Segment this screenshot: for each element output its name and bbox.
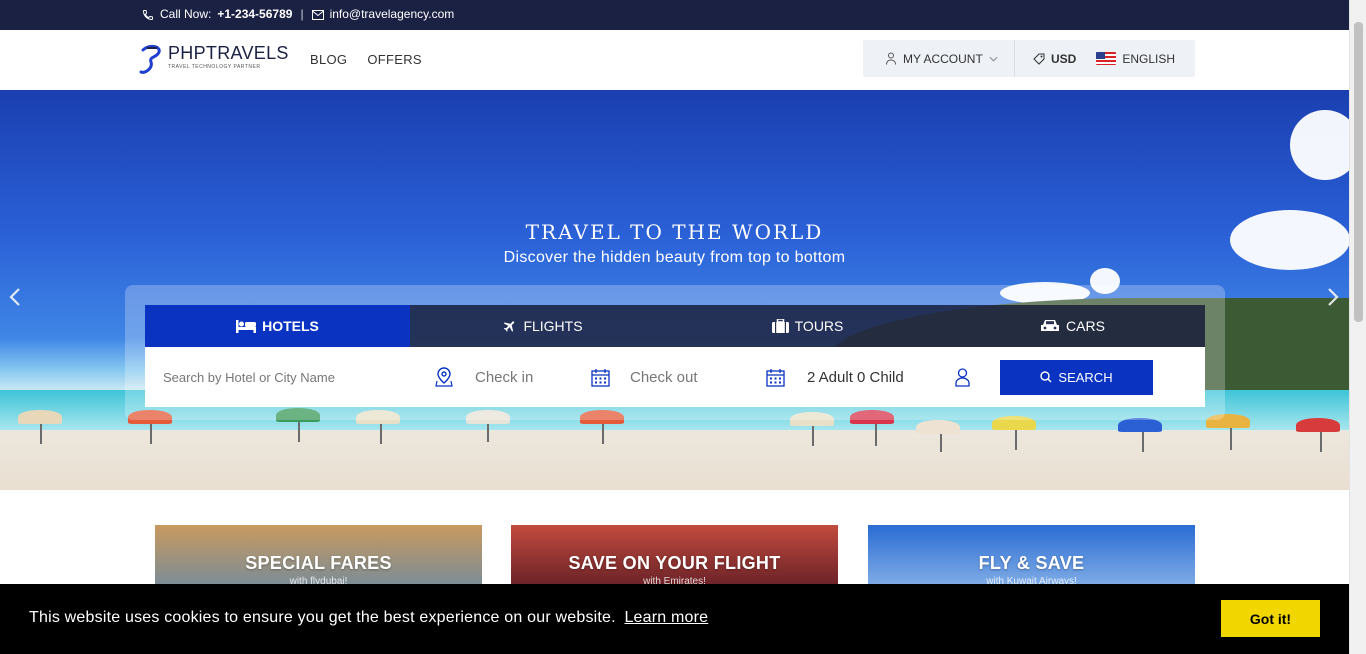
my-account-dropdown[interactable]: MY ACCOUNT: [863, 40, 1015, 77]
umbrella-pole: [602, 422, 604, 444]
site-header: PHPTRAVELS TRAVEL TECHNOLOGY PARTNER BLO…: [0, 30, 1349, 90]
language-label: ENGLISH: [1122, 51, 1176, 66]
umbrella-pole: [1015, 428, 1017, 450]
email-link[interactable]: info@travelagency.com: [330, 7, 455, 21]
calendar-icon: [591, 368, 610, 387]
umbrella: [916, 420, 960, 434]
call-label: Call Now:: [160, 7, 212, 21]
nav-offers[interactable]: OFFERS: [367, 52, 422, 67]
promo-title: SPECIAL FARES: [245, 553, 392, 573]
chevron-down-icon: [989, 56, 998, 62]
hotel-city-input[interactable]: Search by Hotel or City Name: [145, 367, 453, 387]
got-it-button[interactable]: Got it!: [1221, 600, 1320, 637]
umbrella: [1296, 418, 1340, 432]
tag-icon: [1033, 53, 1045, 65]
check-in-placeholder: Check in: [475, 368, 534, 386]
tab-hotels-label: HOTELS: [262, 318, 319, 334]
umbrella: [1118, 418, 1162, 432]
cookie-message: This website uses cookies to ensure you …: [29, 609, 616, 626]
check-in-field[interactable]: Check in: [445, 368, 620, 387]
phone-icon: [142, 7, 154, 21]
logo-text: PHPTRAVELS: [168, 43, 289, 63]
slider-next-arrow-icon[interactable]: [1326, 286, 1340, 314]
calendar-icon: [766, 368, 785, 387]
umbrella: [18, 410, 62, 424]
hero-banner: TRAVEL TO THE WORLD Discover the hidden …: [0, 90, 1349, 490]
nav-blog[interactable]: BLOG: [310, 52, 347, 67]
promo-title: FLY & SAVE: [978, 553, 1085, 573]
language-selector[interactable]: ENGLISH: [1076, 52, 1175, 66]
currency-selector[interactable]: USD: [1015, 52, 1076, 66]
check-out-field[interactable]: Check out: [620, 368, 795, 387]
cookie-message-row: This website uses cookies to ensure you …: [29, 609, 708, 627]
search-button[interactable]: SEARCH: [1000, 359, 1153, 395]
search-widget: HOTELS FLIGHTS TOURS CARS Search by Hote…: [125, 285, 1225, 420]
guests-value: 2 Adult 0 Child: [807, 368, 904, 386]
hero-title: TRAVEL TO THE WORLD: [525, 220, 824, 244]
umbrella-pole: [1320, 430, 1322, 452]
user-icon: [955, 367, 970, 387]
umbrella-pole: [380, 422, 382, 444]
tab-hotels[interactable]: HOTELS: [145, 305, 410, 347]
scrollbar-thumb[interactable]: [1354, 22, 1363, 322]
learn-more-link[interactable]: Learn more: [624, 609, 708, 626]
search-button-label: SEARCH: [1058, 369, 1113, 385]
bed-icon: [236, 319, 257, 333]
phone-number[interactable]: +1-234-56789: [217, 7, 292, 21]
contact-info: Call Now: +1-234-56789 | info@travelagen…: [142, 7, 454, 21]
hero-subtitle: Discover the hidden beauty from top to b…: [503, 249, 846, 266]
slider-prev-arrow-icon[interactable]: [8, 286, 22, 314]
top-bar: Call Now: +1-234-56789 | info@travelagen…: [0, 0, 1349, 30]
umbrella-pole: [298, 420, 300, 442]
page-scrollbar[interactable]: [1349, 0, 1366, 654]
us-flag-icon: [1096, 52, 1117, 65]
umbrella-pole: [150, 422, 152, 444]
umbrella-pole: [812, 424, 814, 446]
currency-label: USD: [1051, 51, 1077, 66]
main-nav: BLOG OFFERS: [310, 52, 422, 67]
umbrella-pole: [40, 422, 42, 444]
umbrella-pole: [875, 424, 877, 446]
tab-tours[interactable]: TOURS: [675, 305, 940, 347]
user-icon: [886, 52, 896, 65]
check-out-placeholder: Check out: [630, 368, 698, 386]
hotel-search-form: Search by Hotel or City Name Check in Ch…: [145, 347, 1205, 407]
plane-icon: [504, 320, 515, 332]
my-account-label: MY ACCOUNT: [903, 51, 983, 66]
promo-title: SAVE ON YOUR FLIGHT: [568, 553, 781, 573]
tab-flights-label: FLIGHTS: [523, 318, 583, 334]
car-icon: [1041, 320, 1060, 331]
header-utilities: MY ACCOUNT USD ENGLISH: [863, 40, 1195, 77]
guests-selector[interactable]: 2 Adult 0 Child: [795, 367, 1000, 387]
envelope-icon: [311, 7, 324, 21]
cloud: [1290, 110, 1349, 180]
tab-tours-label: TOURS: [794, 318, 844, 334]
search-icon: [1040, 371, 1052, 383]
logo[interactable]: PHPTRAVELS TRAVEL TECHNOLOGY PARTNER: [139, 44, 289, 76]
umbrella-pole: [1230, 428, 1232, 450]
umbrella-pole: [1142, 430, 1144, 452]
tab-cars-label: CARS: [1066, 318, 1105, 334]
suitcase-icon: [771, 319, 789, 333]
logo-tagline: TRAVEL TECHNOLOGY PARTNER: [168, 64, 261, 70]
cookie-banner: This website uses cookies to ensure you …: [0, 584, 1349, 654]
hotel-city-placeholder: Search by Hotel or City Name: [163, 369, 335, 385]
divider: |: [300, 7, 304, 21]
search-tabs: HOTELS FLIGHTS TOURS CARS: [145, 305, 1205, 347]
tab-flights[interactable]: FLIGHTS: [410, 305, 675, 347]
logo-mark-icon: [139, 44, 161, 74]
tab-cars[interactable]: CARS: [940, 305, 1205, 347]
